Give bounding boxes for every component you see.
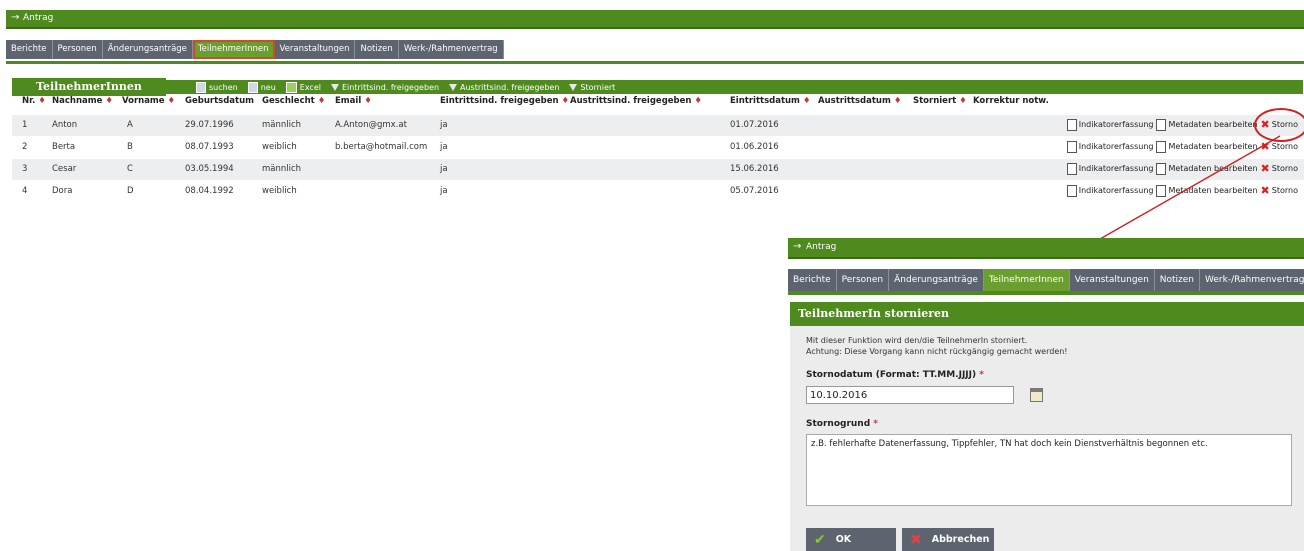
storno-date-label: Stornodatum (Format: TT.MM.JJJJ) * [806,370,984,380]
storno-dialog: → Antrag Berichte Personen Änderungsantr… [788,238,1304,551]
tab-berichte[interactable]: Berichte [788,269,837,291]
dialog-heading: TeilnehmerIn stornieren [790,302,1304,326]
tab-aenderungsantraege[interactable]: Änderungsanträge [889,269,984,291]
dialog-info-line-2: Achtung: Diese Vorgang kann nicht rückgä… [806,347,1068,356]
dialog-info: Mit dieser Funktion wird den/die Teilneh… [806,335,1068,357]
dialog-tab-underline [788,291,1304,295]
tab-notizen[interactable]: Notizen [1154,269,1201,291]
checkmark-icon: ✔ [814,531,826,548]
dialog-panel: TeilnehmerIn stornieren Mit dieser Funkt… [790,302,1304,551]
dialog-tabs: Berichte Personen Änderungsanträge Teiln… [788,269,1304,291]
arrow-icon: → [793,241,802,252]
calendar-icon[interactable] [1030,388,1043,402]
tab-veranstaltungen[interactable]: Veranstaltungen [1069,269,1155,291]
dialog-title: Antrag [806,242,837,252]
storno-reason-label: Stornogrund * [806,419,878,429]
cancel-x-icon: ✖ [910,531,922,548]
tab-werkvertrag[interactable]: Werk-/Rahmenvertrag [1200,269,1304,291]
dialog-title-bar: → Antrag [788,238,1304,259]
tab-teilnehmerinnen[interactable]: TeilnehmerInnen [983,269,1070,291]
dialog-info-line-1: Mit dieser Funktion wird den/die Teilneh… [806,336,1028,345]
storno-reason-textarea[interactable]: z.B. fehlerhafte Datenerfassung, Tippfeh… [806,434,1292,506]
storno-date-input[interactable]: 10.10.2016 [806,386,1014,404]
tab-personen[interactable]: Personen [836,269,890,291]
ok-button[interactable]: ✔ OK [806,528,896,551]
cancel-button[interactable]: ✖ Abbrechen [902,528,994,551]
